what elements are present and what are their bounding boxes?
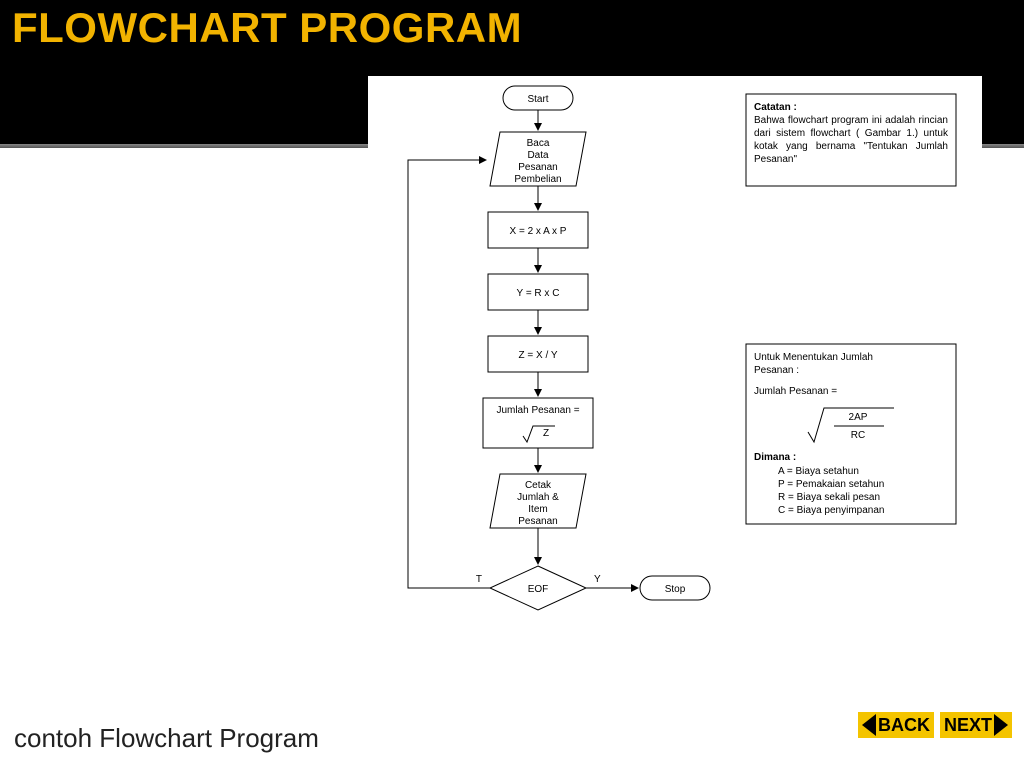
svg-text:Jumlah &: Jumlah & xyxy=(517,492,559,503)
next-button[interactable]: NEXT xyxy=(940,712,1012,738)
svg-text:Dimana :: Dimana : xyxy=(754,452,796,463)
svg-text:Cetak: Cetak xyxy=(525,480,552,491)
svg-text:Jumlah Pesanan =: Jumlah Pesanan = xyxy=(754,386,837,397)
next-label: NEXT xyxy=(944,715,992,736)
svg-text:Item: Item xyxy=(528,504,547,515)
svg-text:Z = X / Y: Z = X / Y xyxy=(519,350,558,361)
svg-text:Untuk Menentukan Jumlah: Untuk Menentukan Jumlah xyxy=(754,352,873,363)
svg-text:Pesanan :: Pesanan : xyxy=(754,365,799,376)
svg-text:X = 2 x A x P: X = 2 x A x P xyxy=(510,226,567,237)
svg-text:Data: Data xyxy=(527,150,549,161)
note1-body: Bahwa flowchart program ini adalah rinci… xyxy=(754,114,948,166)
flowchart-svg: Start Baca Data Pesanan Pembelian X = 2 … xyxy=(368,76,982,686)
arrow-left-icon xyxy=(862,714,876,736)
svg-text:P = Pemakaian setahun: P = Pemakaian setahun xyxy=(778,479,884,490)
arrow-right-icon xyxy=(994,714,1008,736)
svg-text:C = Biaya penyimpanan: C = Biaya penyimpanan xyxy=(778,505,884,516)
back-button[interactable]: BACK xyxy=(858,712,934,738)
svg-text:Stop: Stop xyxy=(665,584,686,595)
svg-text:Pembelian: Pembelian xyxy=(514,174,561,185)
svg-text:EOF: EOF xyxy=(528,584,549,595)
svg-text:RC: RC xyxy=(851,430,865,441)
paper-panel: Start Baca Data Pesanan Pembelian X = 2 … xyxy=(368,76,982,686)
svg-text:A = Biaya setahun: A = Biaya setahun xyxy=(778,466,859,477)
svg-text:Z: Z xyxy=(543,428,549,439)
back-label: BACK xyxy=(878,715,930,736)
svg-text:Y = R x C: Y = R x C xyxy=(517,288,560,299)
page-title: FLOWCHART PROGRAM xyxy=(12,4,522,52)
svg-text:Jumlah Pesanan =: Jumlah Pesanan = xyxy=(496,405,579,416)
svg-text:T: T xyxy=(476,574,482,585)
svg-text:R = Biaya sekali pesan: R = Biaya sekali pesan xyxy=(778,492,880,503)
svg-text:Baca: Baca xyxy=(527,138,550,149)
svg-text:Pesanan: Pesanan xyxy=(518,516,557,527)
nav-buttons: BACK NEXT xyxy=(858,712,1012,738)
svg-text:Catatan :: Catatan : xyxy=(754,102,797,113)
svg-text:Start: Start xyxy=(527,94,548,105)
svg-text:Pesanan: Pesanan xyxy=(518,162,557,173)
svg-text:Y: Y xyxy=(594,574,601,585)
caption-text: contoh Flowchart Program xyxy=(14,723,319,754)
svg-text:2AP: 2AP xyxy=(849,412,868,423)
